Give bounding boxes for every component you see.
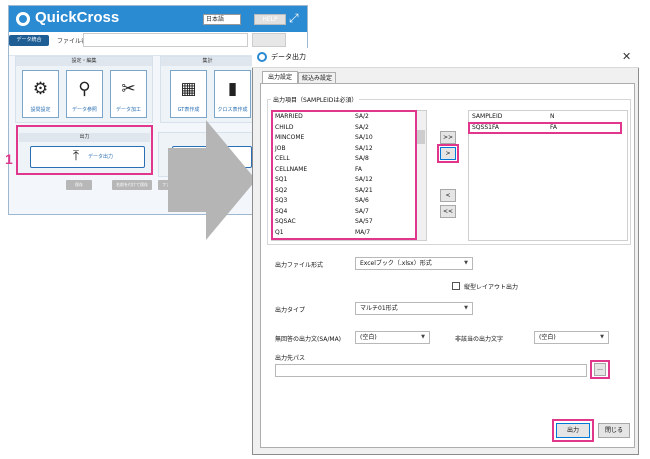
chevron-down-icon: ▼ <box>600 334 604 340</box>
save-button[interactable]: 保存 <box>66 180 92 190</box>
vertical-layout-checkbox[interactable] <box>452 282 460 290</box>
output-type-select[interactable]: マルチ01形式 ▼ <box>355 302 473 315</box>
items-scrollbar-thumb[interactable] <box>417 130 425 144</box>
tile-label: GT表作成 <box>177 107 200 113</box>
item-name: SAMPLEID <box>472 113 503 120</box>
data-function-button[interactable]: データ統合 <box>9 35 49 46</box>
file-select-button[interactable] <box>252 33 286 47</box>
chevron-down-icon: ▼ <box>464 305 468 311</box>
remove-button[interactable]: < <box>440 189 456 202</box>
close-button[interactable]: 閉じる <box>598 423 630 438</box>
tile-data-processing[interactable]: ✂ データ加工 <box>110 70 147 118</box>
dialog-title: データ出力 <box>271 53 306 61</box>
dialog-titlebar <box>252 48 639 68</box>
non-applicable-select[interactable]: (空白) ▼ <box>534 331 609 344</box>
transition-arrow-icon <box>168 120 256 240</box>
file-format-label: 出力ファイル形式 <box>275 262 324 269</box>
no-response-select[interactable]: (空白) ▼ <box>355 331 430 344</box>
setup-edit-panel-title: 設定・編集 <box>16 57 152 66</box>
file-format-select[interactable]: Excelブック（.xlsx）形式 ▼ <box>355 257 473 270</box>
tile-label: データ参照 <box>71 107 97 113</box>
scissors-icon: ✂ <box>121 79 136 99</box>
app-logo-icon <box>257 52 267 62</box>
non-applicable-value: (空白) <box>539 334 556 341</box>
chevron-down-icon: ▼ <box>464 260 468 266</box>
vertical-layout-label: 縦型レイアウト出力 <box>464 284 519 291</box>
non-applicable-label: 非該当の出力文字 <box>455 336 504 343</box>
tile-gt-table[interactable]: ▦ GT表作成 <box>170 70 207 118</box>
tile-question-settings[interactable]: ⚙ 設問設定 <box>22 70 59 118</box>
magnifier-icon: ⚲ <box>78 79 91 99</box>
output-path-label: 出力先パス <box>275 355 306 362</box>
tab-output-settings[interactable]: 出力設定 <box>262 71 298 83</box>
no-response-label: 無回答の出力文(SA/MA) <box>275 336 342 343</box>
remove-all-button[interactable]: << <box>440 205 456 218</box>
file-name-input[interactable] <box>83 33 248 47</box>
add-all-button[interactable]: >> <box>440 131 456 144</box>
data-output-label: データ出力 <box>88 154 114 160</box>
annotation-1: 1 <box>5 151 13 167</box>
output-path-input[interactable] <box>275 364 587 377</box>
help-button[interactable]: HELP <box>254 14 286 25</box>
output-type-label: 出力タイプ <box>275 307 306 314</box>
app-title: QuickCross <box>35 9 120 26</box>
table-icon: ▦ <box>180 79 197 99</box>
gear-icon: ⚙ <box>32 79 49 99</box>
output-type-value: マルチ01形式 <box>360 305 398 312</box>
upload-icon: ⤒ <box>72 148 80 164</box>
save-as-button[interactable]: 名前を付けて保存 <box>112 180 152 190</box>
selected-item-highlight <box>468 122 622 134</box>
item-type: N <box>550 113 555 120</box>
aggregate-panel-title: 集計 <box>161 57 254 66</box>
close-icon[interactable]: ✕ <box>622 50 631 63</box>
output-panel-title: 出力 <box>19 133 150 142</box>
tab-filter-settings[interactable]: 絞込み設定 <box>298 72 336 83</box>
add-button-highlight <box>437 144 459 163</box>
quickcross-logo-icon <box>16 12 30 26</box>
browse-button-highlight <box>590 360 610 379</box>
fullscreen-icon[interactable]: ⤢ <box>289 12 299 24</box>
file-format-value: Excelブック（.xlsx）形式 <box>360 260 432 267</box>
bar-chart-icon: ▮ <box>227 79 238 99</box>
tile-label: データ加工 <box>115 107 141 113</box>
language-select[interactable]: 日本語 <box>203 14 241 25</box>
tile-data-reference[interactable]: ⚲ データ参照 <box>66 70 103 118</box>
tile-label: 設問設定 <box>30 107 51 113</box>
no-response-value: (空白) <box>360 334 377 341</box>
tile-cross-table[interactable]: ▮ クロス表作成 <box>214 70 251 118</box>
items-list-highlight <box>271 110 417 240</box>
tile-label: クロス表作成 <box>217 107 248 113</box>
output-button-highlight <box>552 419 594 442</box>
chevron-down-icon: ▼ <box>421 334 425 340</box>
output-items-label: 出力項目（SAMPLEIDは必須） <box>271 95 360 104</box>
